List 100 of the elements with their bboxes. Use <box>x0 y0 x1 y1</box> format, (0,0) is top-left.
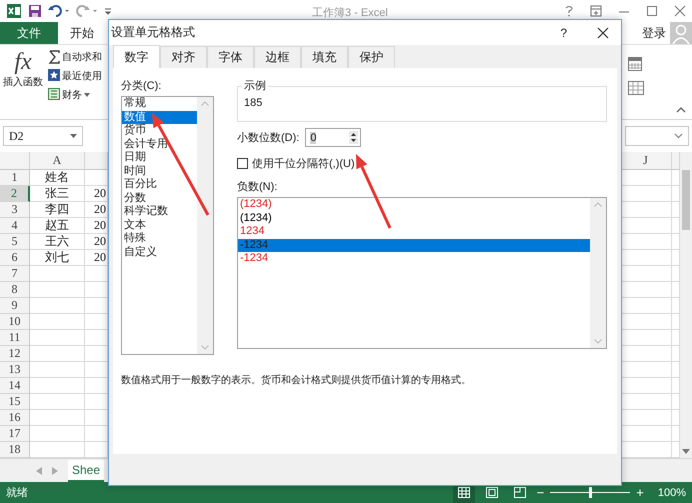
column-header[interactable]: J <box>620 152 672 170</box>
checkbox-label: 使用千位分隔符(,)(U) <box>252 157 355 171</box>
ribbon-command[interactable]: 最近使用 <box>62 69 102 83</box>
collapse-ribbon-icon[interactable] <box>676 106 686 113</box>
chevron-down-icon <box>674 133 683 139</box>
redo-icon[interactable] <box>76 4 98 18</box>
ribbon-tab[interactable]: 开始 <box>58 22 106 44</box>
vertical-scrollbar[interactable] <box>680 152 692 458</box>
row-header[interactable]: 12 <box>0 346 30 362</box>
list-item[interactable]: 常规 <box>122 97 197 110</box>
dialog-title: 设置单元格格式 <box>111 24 195 41</box>
help-button[interactable]: ? <box>560 26 567 40</box>
list-item[interactable]: 时间 <box>122 164 197 178</box>
table-cell: 张三 <box>30 186 85 202</box>
list-item[interactable]: 自定义 <box>122 246 197 259</box>
sigma-icon <box>48 50 60 64</box>
row-header[interactable]: 18 <box>0 442 30 458</box>
scroll-down-icon <box>682 449 690 455</box>
column-header[interactable]: A <box>30 152 85 170</box>
list-item[interactable]: (1234) <box>238 212 590 225</box>
list-item[interactable]: 1234 <box>238 225 590 238</box>
customize-icon[interactable] <box>104 6 112 16</box>
list-item[interactable]: 科学记数 <box>122 205 197 218</box>
dialog-tab[interactable]: 保护 <box>348 46 395 68</box>
finance-dropdown[interactable]: 财务 <box>62 88 82 102</box>
field-label: 小数位数(D): <box>237 131 300 145</box>
row-header[interactable]: 15 <box>0 394 30 410</box>
undo-icon[interactable] <box>48 4 70 18</box>
row-header[interactable]: 11 <box>0 330 30 346</box>
zoom-in-button[interactable]: + <box>636 485 644 500</box>
row-header[interactable]: 7 <box>0 266 30 282</box>
row-header[interactable]: 8 <box>0 282 30 298</box>
negative-number-list[interactable]: (1234) (1234) 1234 -1234 -1234 <box>237 197 607 349</box>
checkbox[interactable] <box>237 158 248 169</box>
table-cell <box>30 346 85 362</box>
help-icon[interactable] <box>564 5 574 17</box>
table-cell: 赵五 <box>30 218 85 234</box>
insert-function-button[interactable]: fx 插入函数 <box>2 45 44 119</box>
file-tab[interactable]: 文件 <box>0 22 58 44</box>
sign-in-link[interactable]: 登录 <box>642 22 666 44</box>
dialog-tab[interactable]: 填充 <box>301 46 348 68</box>
row-header[interactable]: 13 <box>0 362 30 378</box>
dialog-tab[interactable]: 字体 <box>207 46 254 68</box>
row-header[interactable]: 17 <box>0 426 30 442</box>
calendar-icon[interactable] <box>628 57 642 71</box>
row-header[interactable]: 16 <box>0 410 30 426</box>
table-cell <box>30 394 85 410</box>
scrollbar-thumb[interactable] <box>682 170 690 230</box>
spin-down-icon[interactable] <box>349 138 358 144</box>
list-item[interactable]: 货币 <box>122 124 197 138</box>
row-header[interactable]: 6 <box>0 250 30 266</box>
spin-up-icon[interactable] <box>349 131 358 137</box>
window-title: 工作簿3 - Excel <box>312 6 388 20</box>
list-item[interactable]: 特殊 <box>122 232 197 246</box>
field-label: 负数(N): <box>237 180 278 194</box>
dialog-tab[interactable]: 边框 <box>254 46 301 68</box>
list-item[interactable]: 数值 <box>122 110 197 124</box>
table-cell <box>30 362 85 378</box>
field-label: 分类(C): <box>121 79 162 93</box>
table-cell: 刘七 <box>30 250 85 266</box>
sheet-tab[interactable]: Shee <box>68 460 104 482</box>
ledger-icon <box>48 88 60 102</box>
table-icon[interactable] <box>628 81 644 95</box>
row-header[interactable]: 5 <box>0 234 30 250</box>
ribbon-command[interactable]: 自动求和 <box>62 50 102 64</box>
table-cell: 李四 <box>30 202 85 218</box>
list-item[interactable]: 日期 <box>122 151 197 164</box>
maximize-icon[interactable] <box>646 5 658 17</box>
table-cell <box>30 410 85 426</box>
list-item[interactable]: -1234 <box>238 238 590 252</box>
row-header[interactable]: 4 <box>0 218 30 234</box>
save-icon[interactable] <box>28 4 42 18</box>
caret-icon <box>84 92 91 98</box>
dialog-tab[interactable]: 数字 <box>113 45 160 68</box>
list-item[interactable]: -1234 <box>238 252 590 266</box>
table-cell <box>30 266 85 282</box>
group-label: 示例 <box>242 78 268 93</box>
close-icon[interactable] <box>597 26 609 38</box>
zoom-out-button[interactable]: − <box>536 485 544 500</box>
table-cell <box>30 330 85 346</box>
list-item[interactable]: (1234) <box>238 198 590 212</box>
table-cell <box>30 282 85 298</box>
spreadsheet-logo-icon[interactable] <box>6 3 22 19</box>
decimal-places-spinner[interactable]: 0 <box>305 128 362 147</box>
row-header[interactable]: 1 <box>0 170 30 186</box>
row-header[interactable]: 3 <box>0 202 30 218</box>
row-header[interactable]: 10 <box>0 314 30 330</box>
name-box[interactable]: D2 <box>3 126 83 146</box>
status-text: 就绪 <box>6 486 28 500</box>
list-item[interactable]: 分数 <box>122 192 197 205</box>
sample-value: 185 <box>244 97 264 109</box>
dialog-tab[interactable]: 对齐 <box>160 46 207 68</box>
list-item[interactable]: 文本 <box>122 218 197 232</box>
row-header[interactable]: 9 <box>0 298 30 314</box>
description-text: 数值格式用于一般数字的表示。货币和会计格式则提供货币值计算的专用格式。 <box>121 374 472 387</box>
row-header[interactable]: 2 <box>0 186 30 202</box>
row-header[interactable]: 14 <box>0 378 30 394</box>
list-item[interactable]: 百分比 <box>122 178 197 192</box>
table-cell <box>30 378 85 394</box>
ribbon-options-icon[interactable] <box>590 5 602 17</box>
